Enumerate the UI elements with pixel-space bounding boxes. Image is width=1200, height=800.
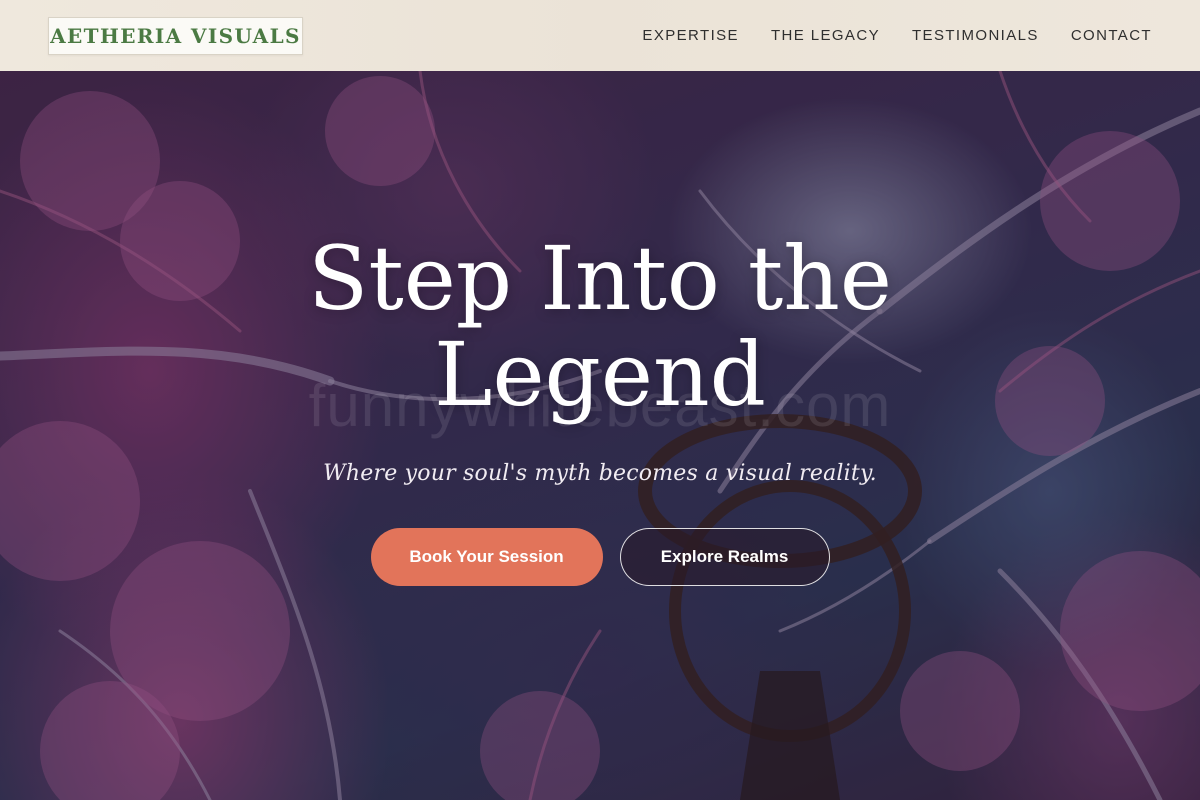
nav-item-testimonials[interactable]: TESTIMONIALS <box>912 27 1039 44</box>
main-nav: EXPERTISE THE LEGACY TESTIMONIALS CONTAC… <box>642 27 1152 44</box>
nav-item-contact[interactable]: CONTACT <box>1071 27 1152 44</box>
book-session-button[interactable]: Book Your Session <box>370 528 603 586</box>
hero-buttons: Book Your Session Explore Realms <box>0 528 1200 586</box>
brand-logo[interactable]: AETHERIA VISUALS <box>48 16 303 55</box>
landing-page: AETHERIA VISUALS EXPERTISE THE LEGACY TE… <box>0 0 1200 800</box>
site-header: AETHERIA VISUALS EXPERTISE THE LEGACY TE… <box>0 0 1200 71</box>
nav-item-the-legacy[interactable]: THE LEGACY <box>771 27 880 44</box>
hero-title: Step Into the Legend <box>308 227 892 426</box>
hero-section: funnywhitebeast.com Step Into the Legend… <box>0 71 1200 800</box>
hero-subtitle: Where your soul's myth becomes a visual … <box>323 461 877 486</box>
hero-content: Step Into the Legend Where your soul's m… <box>0 231 1200 586</box>
explore-realms-button[interactable]: Explore Realms <box>619 528 830 586</box>
nav-item-expertise[interactable]: EXPERTISE <box>642 27 739 44</box>
